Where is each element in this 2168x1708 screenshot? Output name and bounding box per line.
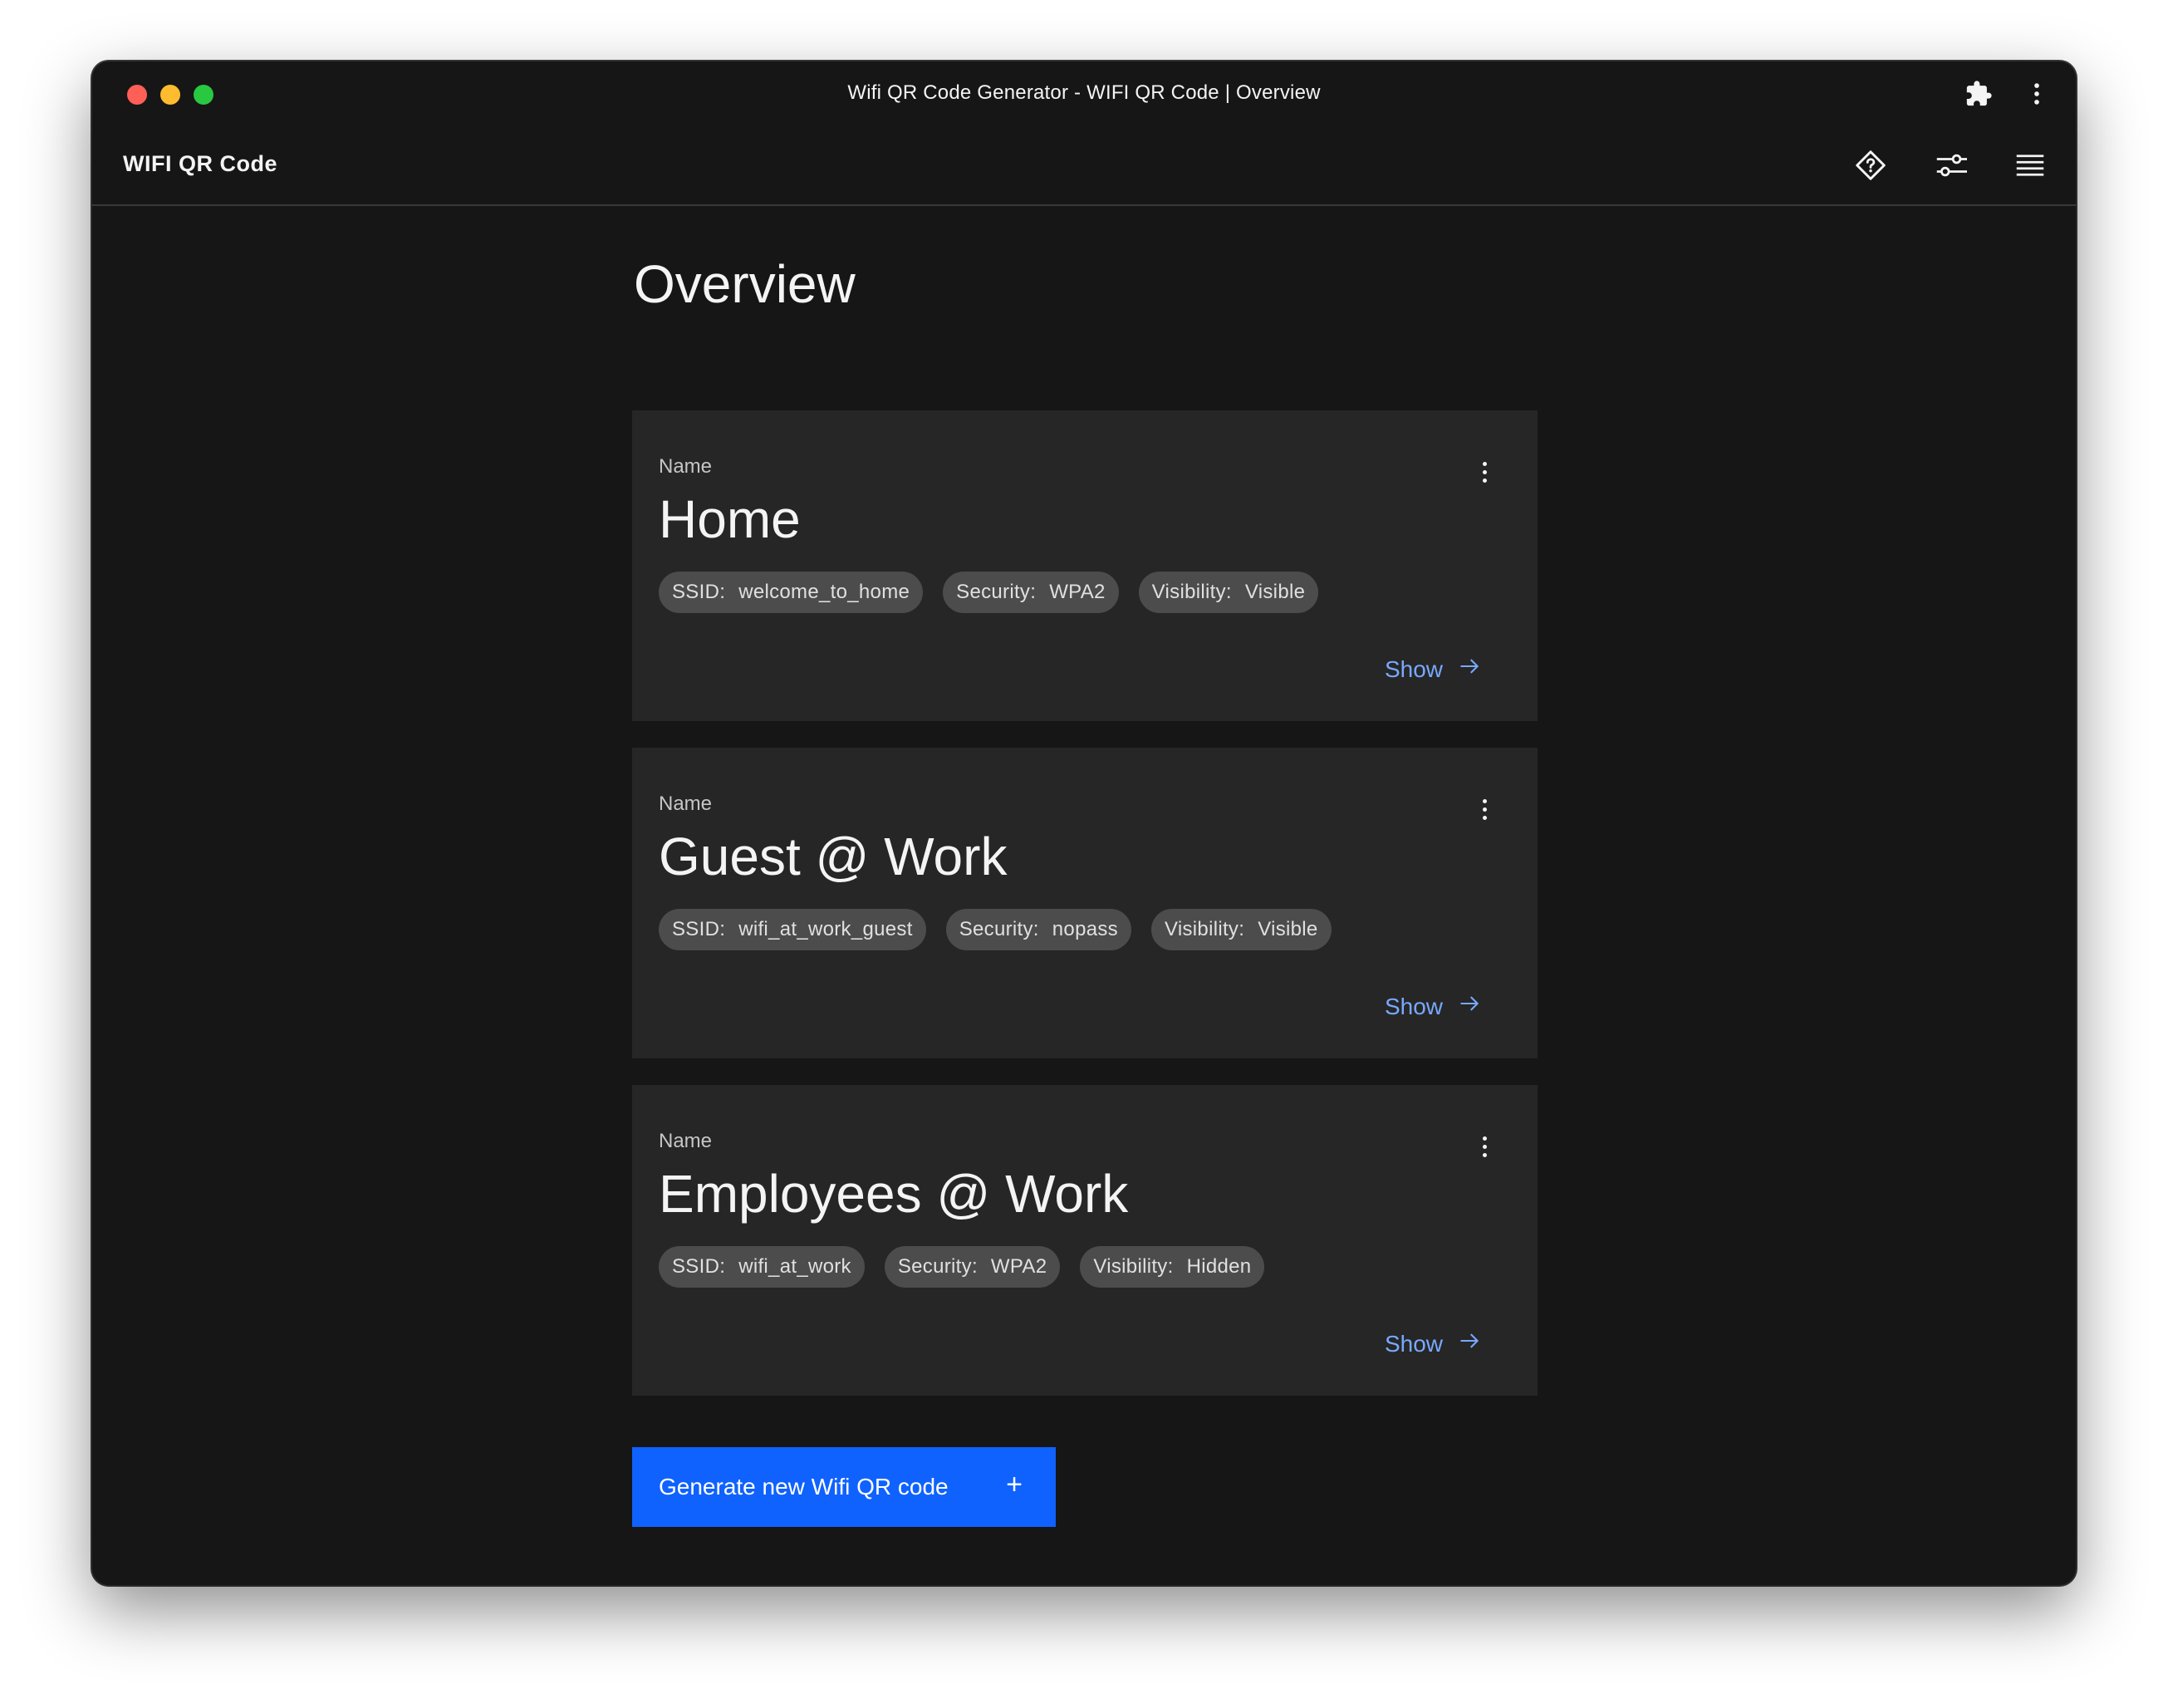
card-wifi-name: Guest @ Work bbox=[659, 827, 1008, 886]
tag-value: nopass bbox=[1052, 918, 1118, 940]
card-wifi-name: Employees @ Work bbox=[659, 1164, 1129, 1224]
card-name-label: Name bbox=[659, 793, 713, 815]
show-link-label[interactable]: Show bbox=[1385, 994, 1443, 1020]
arrow-right-icon bbox=[1458, 1329, 1481, 1358]
show-link[interactable]: Show bbox=[1385, 1329, 1481, 1358]
card-name-label: Name bbox=[659, 455, 713, 478]
tag-value: WPA2 bbox=[1049, 581, 1106, 603]
menu-icon[interactable] bbox=[2009, 145, 2051, 186]
settings-adjust-icon[interactable] bbox=[1930, 145, 1971, 186]
plus-icon: + bbox=[1006, 1469, 1023, 1500]
visibility-tag: Visibility: Hidden bbox=[1080, 1246, 1265, 1288]
tag-value: wifi_at_work_guest bbox=[738, 918, 913, 940]
tag-value: Visible bbox=[1258, 918, 1318, 940]
wifi-card: Name Home SSID: welcome_to_home Security:… bbox=[632, 410, 1538, 721]
card-tags: SSID: wifi_at_work_guest Security: nopass … bbox=[659, 909, 1332, 950]
show-link-label[interactable]: Show bbox=[1385, 1331, 1443, 1357]
extensions-puzzle-icon[interactable] bbox=[1964, 80, 1993, 112]
show-link[interactable]: Show bbox=[1385, 992, 1481, 1021]
overflow-menu-icon[interactable] bbox=[1474, 1131, 1494, 1161]
generate-button-label: Generate new Wifi QR code bbox=[659, 1474, 949, 1499]
tag-key: Visibility: bbox=[1151, 581, 1232, 603]
visibility-tag: Visibility: Visible bbox=[1150, 909, 1332, 950]
page-title: Overview bbox=[634, 254, 856, 314]
app-window: Wifi QR Code Generator - WIFI QR Code | … bbox=[92, 61, 2076, 1585]
visibility-tag: Visibility: Visible bbox=[1138, 572, 1319, 613]
security-tag: Security: WPA2 bbox=[943, 572, 1119, 613]
show-link[interactable]: Show bbox=[1385, 655, 1481, 684]
tag-value: wifi_at_work bbox=[738, 1255, 851, 1278]
app-header: WIFI QR Code bbox=[92, 128, 2076, 206]
tag-key: Visibility: bbox=[1164, 918, 1245, 940]
security-tag: Security: nopass bbox=[945, 909, 1131, 950]
show-link-label[interactable]: Show bbox=[1385, 656, 1443, 683]
tag-key: SSID: bbox=[672, 581, 726, 603]
arrow-right-icon bbox=[1458, 992, 1481, 1021]
tag-key: Visibility: bbox=[1093, 1255, 1174, 1278]
window-title: Wifi QR Code Generator - WIFI QR Code | … bbox=[847, 81, 1321, 104]
help-diamond-icon[interactable] bbox=[1850, 145, 1891, 186]
tag-key: Security: bbox=[897, 1255, 978, 1278]
card-tags: SSID: welcome_to_home Security: WPA2 Visib… bbox=[659, 572, 1319, 613]
tag-key: SSID: bbox=[672, 918, 726, 940]
wifi-card: Name Employees @ Work SSID: wifi_at_work … bbox=[632, 1085, 1538, 1396]
card-tags: SSID: wifi_at_work Security: WPA2 Visibili… bbox=[659, 1246, 1265, 1288]
tag-key: Security: bbox=[956, 581, 1037, 603]
tag-value: Hidden bbox=[1186, 1255, 1252, 1278]
ssid-tag: SSID: welcome_to_home bbox=[659, 572, 924, 613]
ssid-tag: SSID: wifi_at_work bbox=[659, 1246, 865, 1288]
app-brand[interactable]: WIFI QR Code bbox=[123, 151, 277, 177]
tag-value: welcome_to_home bbox=[738, 581, 910, 603]
arrow-right-icon bbox=[1458, 655, 1481, 684]
more-vertical-icon[interactable] bbox=[2023, 80, 2051, 112]
overflow-menu-icon[interactable] bbox=[1474, 794, 1494, 824]
tag-value: Visible bbox=[1244, 581, 1306, 603]
tag-value: WPA2 bbox=[990, 1255, 1047, 1278]
generate-qr-code-button[interactable]: Generate new Wifi QR code + bbox=[632, 1447, 1056, 1527]
tag-key: SSID: bbox=[672, 1255, 726, 1278]
overflow-menu-icon[interactable] bbox=[1474, 457, 1494, 487]
wifi-card: Name Guest @ Work SSID: wifi_at_work_gues… bbox=[632, 748, 1538, 1058]
title-bar: Wifi QR Code Generator - WIFI QR Code | … bbox=[92, 61, 2076, 128]
card-wifi-name: Home bbox=[659, 489, 801, 549]
ssid-tag: SSID: wifi_at_work_guest bbox=[659, 909, 926, 950]
tag-key: Security: bbox=[959, 918, 1039, 940]
security-tag: Security: WPA2 bbox=[884, 1246, 1061, 1288]
card-name-label: Name bbox=[659, 1130, 713, 1152]
